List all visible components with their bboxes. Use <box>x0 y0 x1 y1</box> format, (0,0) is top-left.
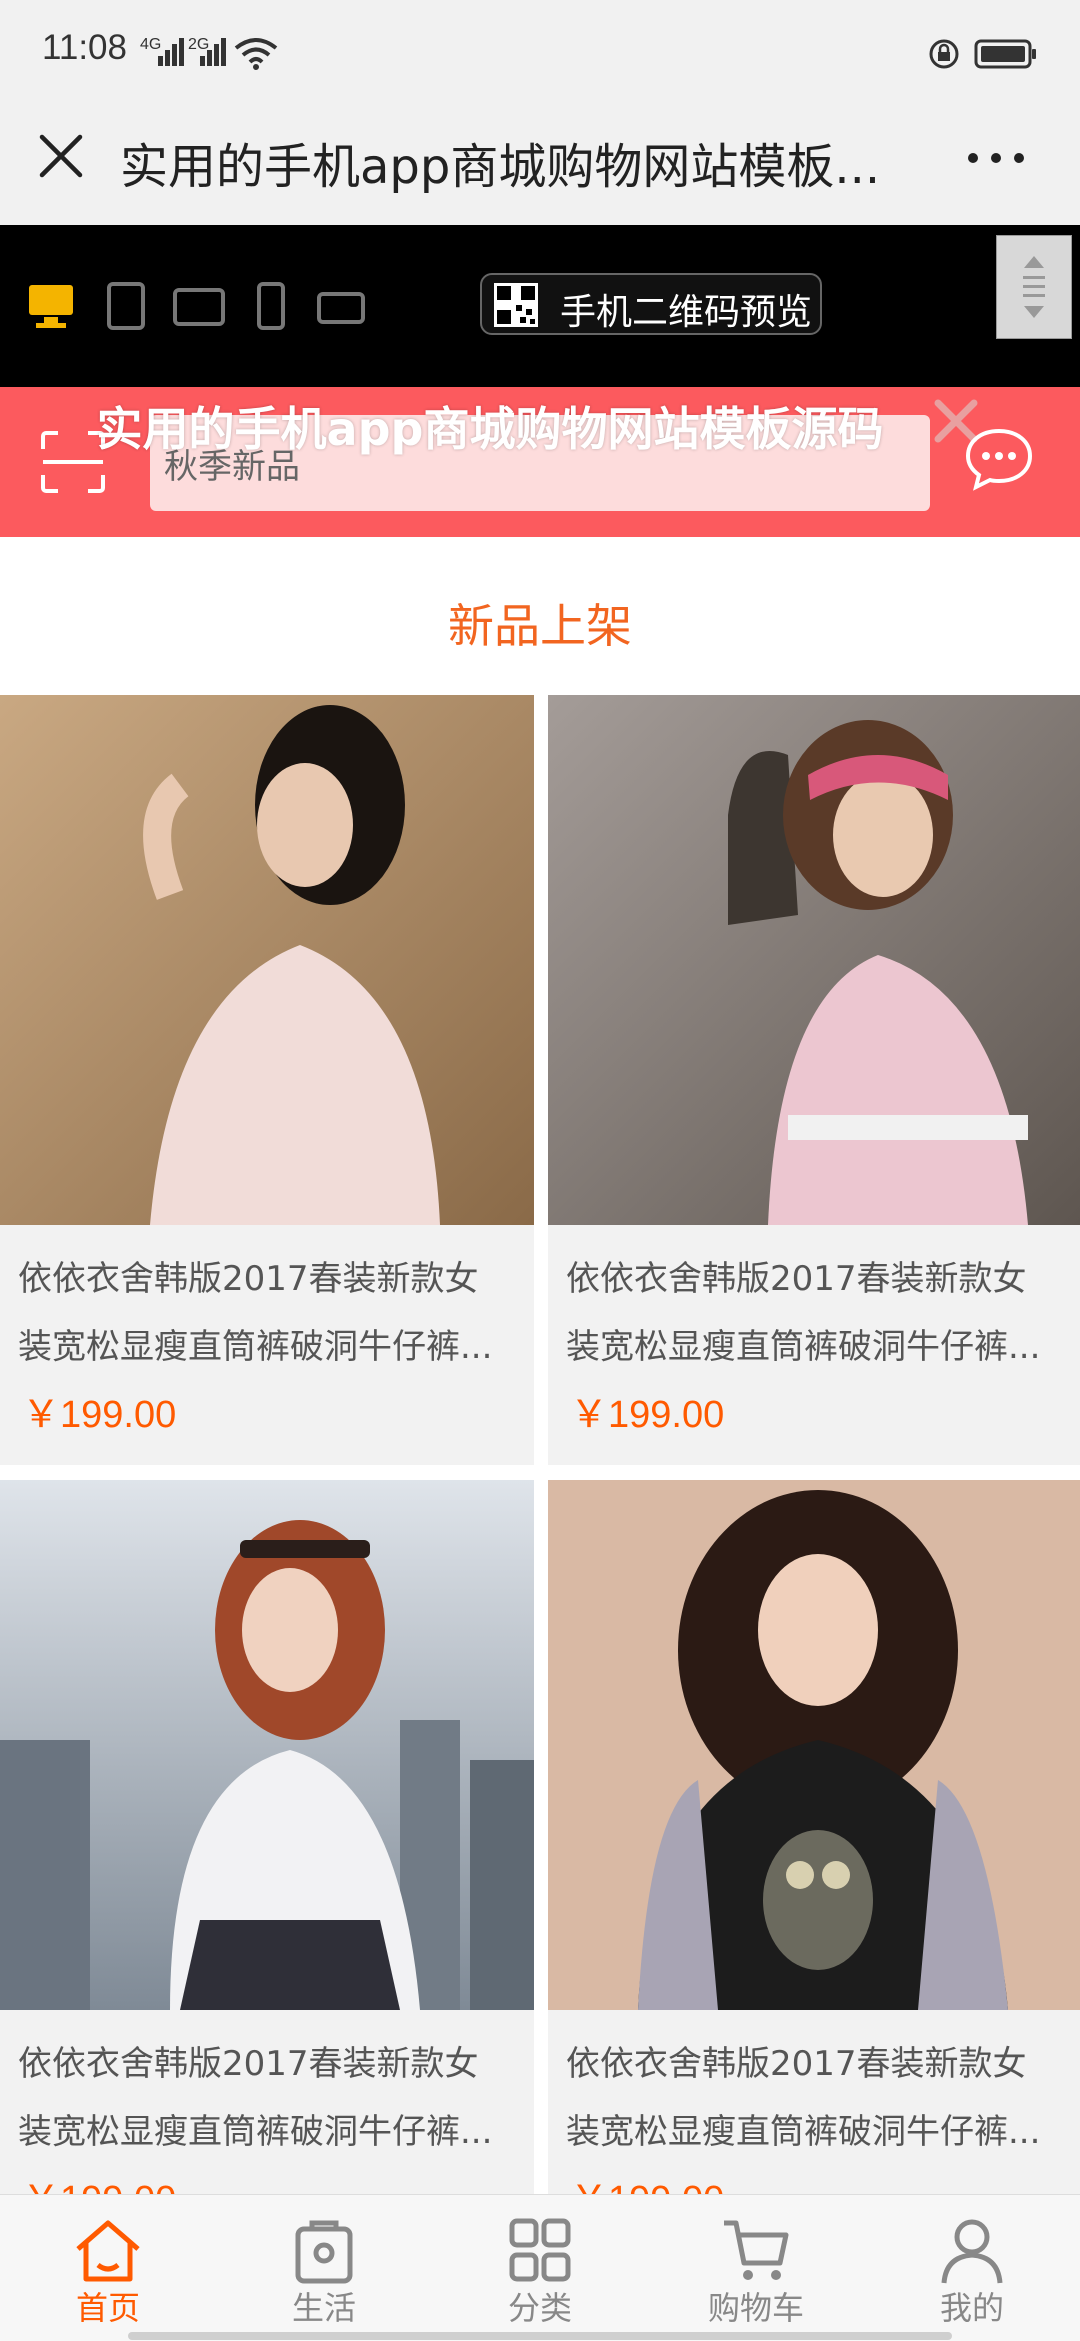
nav-label: 首页 <box>75 2289 140 2327</box>
product-card[interactable]: 依依衣舍韩版2017春装新款女 装宽松显瘦直筒裤破洞牛仔裤... ￥199.00 <box>548 695 1080 1465</box>
product-card[interactable]: 依依衣舍韩版2017春装新款女 装宽松显瘦直筒裤破洞牛仔裤... ￥199.00 <box>0 1480 534 2194</box>
product-name: 依依衣舍韩版2017春装新款女 装宽松显瘦直筒裤破洞牛仔裤... <box>566 1259 1041 1367</box>
rotation-lock-icon <box>929 39 959 69</box>
signal-bars-icon <box>200 38 226 66</box>
product-name: 依依衣舍韩版2017春装新款女 装宽松显瘦直筒裤破洞牛仔裤... <box>18 1259 493 1367</box>
product-image <box>0 695 534 1225</box>
user-icon <box>941 2219 1003 2284</box>
section-title: 新品上架 <box>448 599 632 653</box>
phone-landscape-icon[interactable] <box>316 291 366 325</box>
nav-item-cart[interactable]: 购物车 <box>648 2195 864 2341</box>
nav-item-life[interactable]: 生活 <box>216 2195 432 2341</box>
page-title: 实用的手机app商城购物网站模板... <box>120 139 881 195</box>
life-bag-icon <box>295 2220 353 2284</box>
product-image <box>0 1480 534 2010</box>
cart-icon <box>724 2220 789 2280</box>
product-name: 依依衣舍韩版2017春装新款女 装宽松显瘦直筒裤破洞牛仔裤... <box>566 2044 1041 2152</box>
product-price: ￥199.00 <box>570 2168 724 2194</box>
nav-label: 分类 <box>507 2289 572 2327</box>
nav-item-home[interactable]: 首页 <box>0 2195 216 2341</box>
phone-icon[interactable] <box>256 281 286 331</box>
search-header: 秋季新品 实用的手机app商城购物网站模板源码 <box>0 387 1080 537</box>
nav-item-me[interactable]: 我的 <box>864 2195 1080 2341</box>
message-icon[interactable] <box>964 427 1034 491</box>
home-icon <box>76 2220 140 2282</box>
gesture-bar <box>128 2332 952 2340</box>
product-price: ￥199.00 <box>22 2168 176 2194</box>
overlay-title: 实用的手机app商城购物网站模板源码 <box>96 402 884 456</box>
qr-preview-button[interactable]: 手机二维码预览 <box>480 273 822 335</box>
nav-label: 我的 <box>939 2289 1004 2327</box>
device-preview-bar: 手机二维码预览 <box>0 225 1080 387</box>
qr-code-icon <box>494 283 538 327</box>
tablet-landscape-icon[interactable] <box>172 287 226 327</box>
battery-icon <box>974 39 1036 69</box>
close-icon[interactable] <box>36 131 86 181</box>
product-image <box>548 1480 1080 2010</box>
product-price: ￥199.00 <box>570 1394 725 1436</box>
bottom-nav: 首页 生活 分类 购物车 我的 <box>0 2194 1080 2341</box>
tablet-icon[interactable] <box>106 281 146 331</box>
qr-preview-label: 手机二维码预览 <box>560 292 813 333</box>
nav-label: 生活 <box>291 2289 356 2327</box>
wifi-icon <box>234 38 278 70</box>
product-card[interactable]: 依依衣舍韩版2017春装新款女 装宽松显瘦直筒裤破洞牛仔裤... ￥199.00 <box>0 695 534 1465</box>
category-grid-icon <box>509 2218 571 2282</box>
status-time: 11:08 <box>42 28 127 67</box>
title-bar: 实用的手机app商城购物网站模板... <box>0 105 1080 225</box>
nav-item-category[interactable]: 分类 <box>432 2195 648 2341</box>
product-name: 依依衣舍韩版2017春装新款女 装宽松显瘦直筒裤破洞牛仔裤... <box>18 2044 493 2152</box>
nav-label: 购物车 <box>707 2289 804 2327</box>
desktop-icon[interactable] <box>26 281 76 331</box>
product-card[interactable]: 依依衣舍韩版2017春装新款女 装宽松显瘦直筒裤破洞牛仔裤... ￥199.00 <box>548 1480 1080 2194</box>
product-price: ￥199.00 <box>22 1394 177 1436</box>
more-menu-icon[interactable] <box>966 151 1026 165</box>
product-image <box>548 695 1080 1225</box>
scroll-handle[interactable] <box>996 235 1072 339</box>
status-bar: 11:08 4G 2G <box>0 0 1080 105</box>
scroll-arrows-icon <box>1023 256 1045 318</box>
signal-bars-icon <box>158 38 184 66</box>
